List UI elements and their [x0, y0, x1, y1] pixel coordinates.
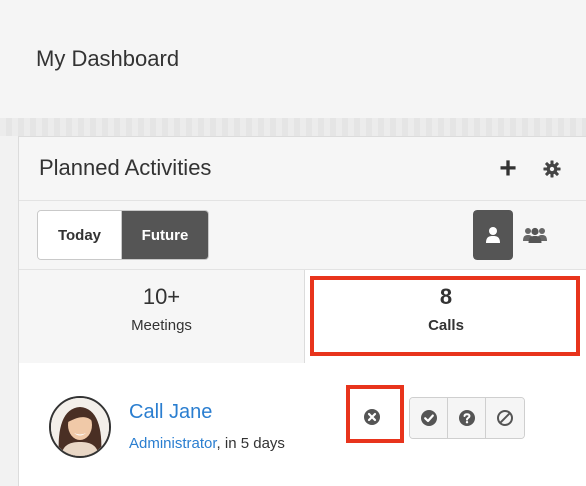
question-circle-icon[interactable] — [448, 398, 486, 438]
avatar — [49, 396, 111, 458]
calls-count: 8 — [439, 284, 453, 309]
dashlet-header: Planned Activities + — [19, 137, 586, 201]
item-due: , in 5 days — [216, 435, 285, 452]
close-circle-icon[interactable] — [353, 397, 391, 437]
view-toggle-group — [473, 210, 557, 260]
dashboard-header: My Dashboard — [0, 0, 586, 118]
assigned-user-link[interactable]: Administrator — [129, 435, 217, 452]
header-divider — [0, 118, 586, 136]
group-icon[interactable] — [513, 210, 557, 260]
future-filter-button[interactable]: Future — [122, 211, 208, 259]
meetings-label: Meetings — [131, 317, 192, 334]
check-circle-icon[interactable] — [410, 398, 448, 438]
plus-icon[interactable]: + — [495, 154, 521, 184]
dashlet-toolbar: Today Future — [19, 201, 586, 269]
page-title: My Dashboard — [36, 46, 180, 71]
list-item: Call Jane Administrator, in 5 days — [19, 363, 586, 486]
activity-type-tabs: 10+ Meetings 8 Calls — [19, 269, 586, 364]
status-button-group — [409, 397, 525, 439]
item-title-link[interactable]: Call Jane — [129, 401, 212, 424]
tab-meetings[interactable]: 10+ Meetings — [19, 270, 305, 364]
user-icon[interactable] — [473, 210, 513, 260]
gear-icon[interactable] — [539, 155, 565, 183]
tab-calls[interactable]: 8 Calls — [305, 270, 586, 364]
status-actions — [353, 397, 525, 439]
date-filter-group: Today Future — [37, 210, 209, 260]
today-filter-button[interactable]: Today — [38, 211, 122, 259]
ban-icon[interactable] — [486, 398, 524, 438]
calls-label: Calls — [428, 317, 464, 334]
item-meta: Administrator, in 5 days — [129, 435, 285, 452]
planned-activities-dashlet: Planned Activities + Today Future 10+ Me… — [18, 136, 586, 486]
dashlet-title: Planned Activities — [39, 155, 212, 180]
meetings-count: 10+ — [142, 284, 181, 309]
